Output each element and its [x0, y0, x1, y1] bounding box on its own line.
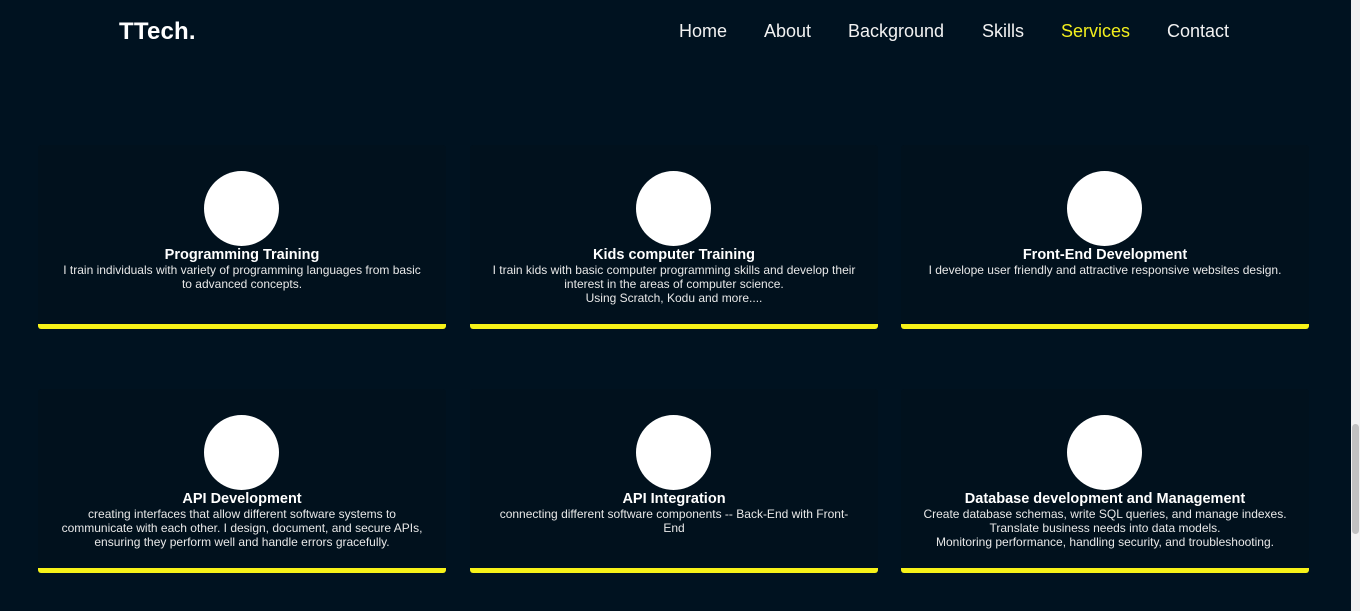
service-title: API Development — [182, 491, 302, 507]
service-description-line: connecting different software components… — [499, 507, 849, 535]
service-icon — [636, 171, 711, 246]
nav-about[interactable]: About — [764, 21, 811, 42]
service-title: Programming Training — [164, 247, 320, 263]
service-title: Database development and Management — [964, 491, 1246, 507]
nav-home[interactable]: Home — [679, 21, 727, 42]
service-description: I develope user friendly and attractive … — [921, 263, 1289, 277]
nav-contact[interactable]: Contact — [1167, 21, 1229, 42]
service-description: I train individuals with variety of prog… — [58, 263, 426, 291]
service-icon — [1067, 171, 1142, 246]
service-icon — [204, 415, 279, 490]
service-description-line: Monitoring performance, handling securit… — [936, 535, 1274, 549]
service-icon — [636, 415, 711, 490]
page: TTech. Home About Background Skills Serv… — [0, 0, 1360, 611]
nav-background[interactable]: Background — [848, 21, 944, 42]
service-title: Kids computer Training — [593, 247, 755, 263]
service-icon — [204, 171, 279, 246]
service-description: I train kids with basic computer program… — [490, 263, 858, 305]
service-title: Front-End Development — [1022, 247, 1188, 263]
service-card-database-development: Database development and Management Crea… — [901, 389, 1309, 573]
service-title: API Integration — [622, 491, 726, 507]
logo[interactable]: TTech. — [119, 18, 196, 46]
service-description-line: I train individuals with variety of prog… — [63, 263, 421, 291]
service-description: Create database schemas, write SQL queri… — [921, 507, 1289, 549]
nav-skills[interactable]: Skills — [982, 21, 1024, 42]
service-description-line: creating interfaces that allow different… — [61, 507, 423, 549]
scrollbar-thumb[interactable] — [1352, 424, 1359, 534]
service-card-programming-training: Programming Training I train individuals… — [38, 145, 446, 329]
nav-services[interactable]: Services — [1061, 21, 1130, 42]
service-card-kids-computer-training: Kids computer Training I train kids with… — [470, 145, 878, 329]
service-card-front-end-development: Front-End Development I develope user fr… — [901, 145, 1309, 329]
page-scrollbar[interactable] — [1351, 0, 1360, 611]
service-description-line: Translate business needs into data model… — [989, 521, 1221, 535]
service-card-api-development: API Development creating interfaces that… — [38, 389, 446, 573]
service-description: connecting different software components… — [490, 507, 858, 535]
service-card-api-integration: API Integration connecting different sof… — [470, 389, 878, 573]
service-icon — [1067, 415, 1142, 490]
service-description-line: I develope user friendly and attractive … — [928, 263, 1282, 277]
service-description: creating interfaces that allow different… — [58, 507, 426, 549]
service-description-line: Create database schemas, write SQL queri… — [923, 507, 1287, 521]
service-description-line: I train kids with basic computer program… — [492, 263, 856, 291]
service-description-line: Using Scratch, Kodu and more.... — [585, 291, 763, 305]
